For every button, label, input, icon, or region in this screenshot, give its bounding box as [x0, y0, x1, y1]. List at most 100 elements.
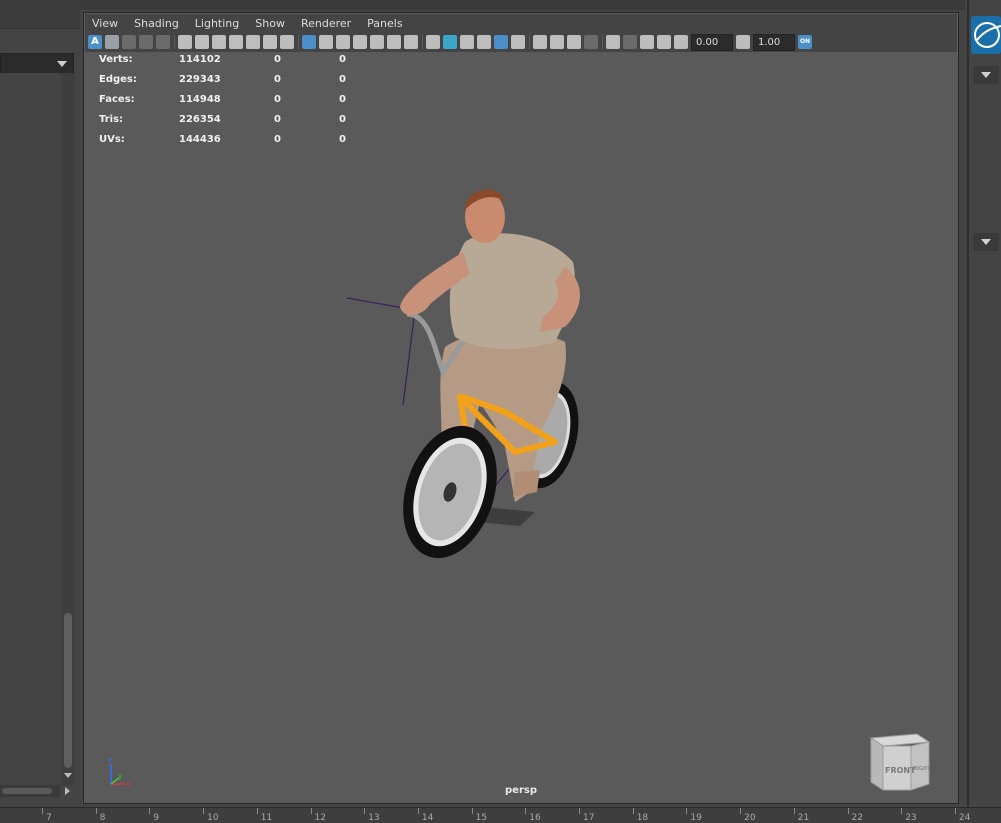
time-slider-tick: [471, 808, 473, 814]
exposure-icon[interactable]: [674, 35, 688, 49]
toolbar-separator: [298, 35, 299, 49]
maya-logo-icon: [971, 16, 1001, 54]
menu-lighting[interactable]: Lighting: [195, 17, 239, 30]
textured-icon[interactable]: [494, 35, 508, 49]
rider-torso: [449, 233, 575, 349]
chevron-down-icon: [981, 72, 991, 78]
grid-icon[interactable]: [302, 35, 316, 49]
front-wheel: [403, 425, 497, 559]
view-cube[interactable]: FRONT RIGHT: [865, 732, 935, 792]
horizontal-scrollbar[interactable]: [0, 785, 60, 797]
time-slider-tick: [417, 808, 419, 814]
rider-shoe: [513, 470, 540, 497]
toolbar-separator: [174, 35, 175, 49]
scroll-right-arrow-icon[interactable]: [65, 787, 70, 795]
2d-pan-zoom-icon[interactable]: [156, 35, 170, 49]
shadows-icon[interactable]: [533, 35, 547, 49]
right-panel: [965, 0, 1001, 822]
time-slider-tick: [364, 808, 366, 814]
time-slider-tick: [632, 808, 634, 814]
smooth-shade-icon[interactable]: [443, 35, 457, 49]
motion-blur-icon[interactable]: [567, 35, 581, 49]
time-slider-tick: [793, 808, 795, 814]
grease-pencil-icon[interactable]: [178, 35, 192, 49]
camera-name-label: persp: [505, 785, 537, 796]
xray-joints-icon[interactable]: [640, 35, 654, 49]
viewport-canvas[interactable]: Verts: 114102 0 0 Edges: 229343 0 0 Face…: [85, 52, 957, 803]
color-management-on-label: ON: [799, 38, 811, 45]
camera-icon[interactable]: [195, 35, 209, 49]
axis-y-label: y: [118, 772, 122, 780]
left-panel: [0, 0, 80, 822]
pencil-icon[interactable]: [280, 35, 294, 49]
logo-graphic: [974, 22, 1001, 48]
xray-icon[interactable]: [623, 35, 637, 49]
toolbar-separator: [529, 35, 530, 49]
left-panel-header: [0, 0, 80, 29]
chevron-down-icon: [981, 239, 991, 245]
select-camera-letter: A: [91, 36, 99, 47]
image-plane-icon[interactable]: [139, 35, 153, 49]
viewport-top-strip: [80, 0, 965, 10]
menu-show[interactable]: Show: [255, 17, 285, 30]
time-slider-tick: [525, 808, 527, 814]
right-panel-dropdown-2[interactable]: [973, 233, 999, 251]
exposure-field[interactable]: 0.00: [691, 33, 733, 51]
vertical-scrollbar[interactable]: [61, 73, 75, 785]
bookmark-icon[interactable]: [229, 35, 243, 49]
anti-aliasing-icon[interactable]: [584, 35, 598, 49]
time-slider-tick: [740, 808, 742, 814]
time-slider-tick: [256, 808, 258, 814]
ambient-occlusion-icon[interactable]: [550, 35, 564, 49]
lights-icon[interactable]: [511, 35, 525, 49]
bmx-rider-model[interactable]: [85, 52, 957, 803]
film-gate-icon[interactable]: [212, 35, 226, 49]
scroll-down-arrow-icon[interactable]: [64, 773, 72, 778]
color-management-toggle-icon[interactable]: ON: [798, 35, 812, 49]
time-slider[interactable]: 7 8 9 10 11 12 13 14 15 16 17 18 19 20 21 22 23 24: [0, 807, 1001, 823]
move-icon[interactable]: [263, 35, 277, 49]
time-slider-tick: [203, 808, 205, 814]
menu-view[interactable]: View: [92, 17, 118, 30]
field-chart-icon[interactable]: [370, 35, 384, 49]
default-material-icon[interactable]: [460, 35, 474, 49]
time-slider-tick: [847, 808, 849, 814]
time-slider-tick: [95, 808, 97, 814]
xray-components-icon[interactable]: [657, 35, 671, 49]
view-cube-front-face[interactable]: [870, 737, 884, 791]
film-gate-toggle-icon[interactable]: [319, 35, 333, 49]
bookmarks-icon[interactable]: [122, 35, 136, 49]
right-panel-dropdown-1[interactable]: [973, 66, 999, 84]
viewport-toolbar: A 0.00 1.00 ON: [85, 32, 957, 52]
view-cube-right-label: RIGHT: [913, 766, 931, 772]
safe-title-icon[interactable]: [404, 35, 418, 49]
time-slider-tick: [149, 808, 151, 814]
time-slider-tick: [579, 808, 580, 814]
transform-icon[interactable]: [246, 35, 260, 49]
gamma-field[interactable]: 1.00: [753, 33, 795, 51]
wireframe-icon[interactable]: [426, 35, 440, 49]
gate-mask-icon[interactable]: [353, 35, 367, 49]
viewport-menubar: View Shading Lighting Show Renderer Pane…: [85, 14, 957, 32]
viewport-panel: View Shading Lighting Show Renderer Pane…: [83, 12, 959, 804]
time-slider-tick: [310, 808, 312, 814]
time-slider-tick: [954, 808, 956, 814]
menu-shading[interactable]: Shading: [134, 17, 179, 30]
wireframe-on-shaded-icon[interactable]: [477, 35, 491, 49]
camera-attributes-icon[interactable]: [105, 35, 119, 49]
time-slider-tick: [686, 808, 688, 814]
axis-z-label: z: [108, 756, 112, 764]
select-camera-icon[interactable]: A: [88, 35, 102, 49]
scrollbar-thumb[interactable]: [64, 613, 72, 768]
isolate-select-icon[interactable]: [606, 35, 620, 49]
outliner-list[interactable]: [0, 73, 60, 783]
left-panel-dropdown[interactable]: [0, 53, 74, 74]
toolbar-separator: [422, 35, 423, 49]
gamma-icon[interactable]: [736, 35, 750, 49]
menu-renderer[interactable]: Renderer: [301, 17, 351, 30]
panel-divider: [967, 0, 969, 822]
horizontal-scrollbar-thumb[interactable]: [2, 788, 52, 794]
resolution-gate-icon[interactable]: [336, 35, 350, 49]
safe-action-icon[interactable]: [387, 35, 401, 49]
menu-panels[interactable]: Panels: [367, 17, 402, 30]
